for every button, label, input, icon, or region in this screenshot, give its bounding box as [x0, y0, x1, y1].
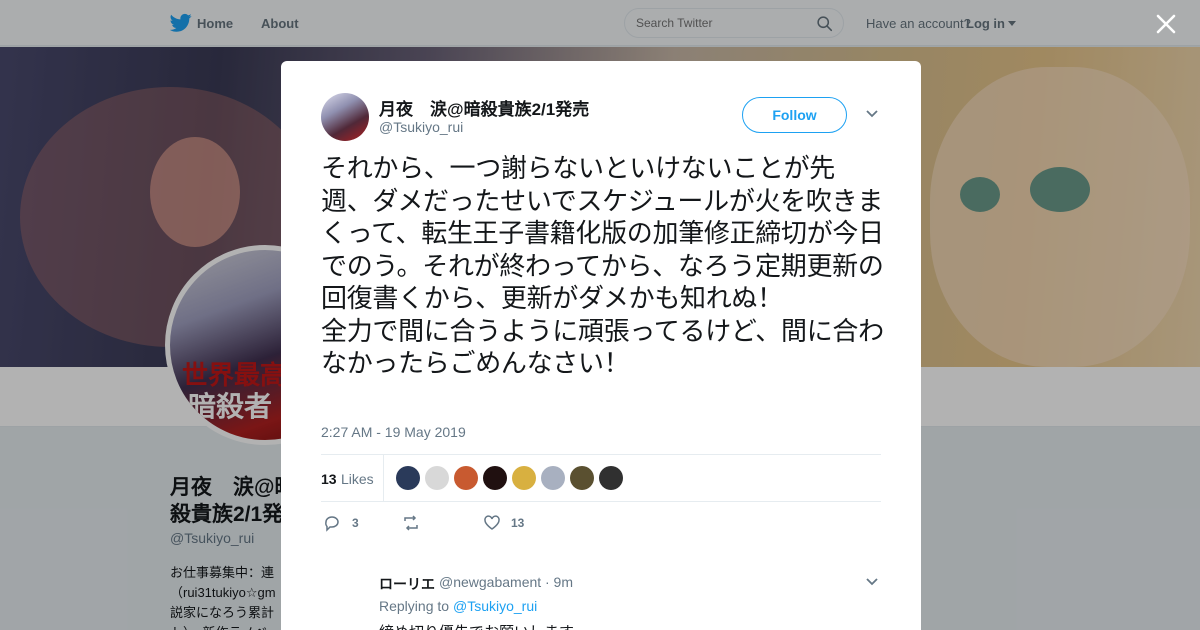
tweet-stats: 13 Likes: [321, 454, 881, 502]
tweet-timestamp[interactable]: 2:27 AM - 19 May 2019: [321, 424, 466, 440]
tweet-text-body: それから、一つ謝らないといけないことが先週、ダメだったせいでスケジュールが火を吹…: [321, 154, 884, 379]
likes-label[interactable]: Likes: [341, 471, 374, 487]
replying-label: Replying to: [379, 598, 450, 614]
likes-count[interactable]: 13: [321, 471, 337, 487]
reply-author-handle[interactable]: @newgabament: [439, 574, 541, 590]
liker-avatar[interactable]: [541, 466, 565, 490]
reply-time[interactable]: · 9m: [545, 574, 573, 590]
liker-avatar[interactable]: [454, 466, 478, 490]
stats-divider: [383, 455, 384, 501]
retweet-icon[interactable]: [402, 514, 420, 532]
reply-text: 締め切り優先でお願いします: [379, 621, 574, 630]
chevron-down-icon[interactable]: [865, 109, 879, 119]
author-handle[interactable]: @Tsukiyo_rui: [379, 119, 463, 135]
follow-button[interactable]: Follow: [742, 97, 847, 133]
close-icon[interactable]: [1154, 12, 1178, 36]
liker-avatar[interactable]: [483, 466, 507, 490]
replying-handle[interactable]: @Tsukiyo_rui: [453, 598, 537, 614]
liker-avatar[interactable]: [512, 466, 536, 490]
author-avatar[interactable]: [321, 93, 369, 141]
reply-count[interactable]: 3: [352, 516, 359, 530]
liker-avatar[interactable]: [570, 466, 594, 490]
liker-avatar[interactable]: [396, 466, 420, 490]
tweet-modal: 月夜 涙@暗殺貴族2/1発売 @Tsukiyo_rui Follow それから、…: [281, 61, 921, 630]
tweet-text: それから、一つ謝らないといけないことが先週、ダメだったせいでスケジュールが火を吹…: [321, 153, 886, 381]
chevron-down-icon[interactable]: [865, 577, 879, 587]
tweet-actions: 3 13: [321, 514, 881, 534]
liker-avatar[interactable]: [599, 466, 623, 490]
heart-icon[interactable]: [483, 514, 501, 532]
reply-author-name[interactable]: ローリエ: [379, 574, 435, 594]
heart-count[interactable]: 13: [511, 516, 524, 530]
liker-avatar[interactable]: [425, 466, 449, 490]
author-name[interactable]: 月夜 涙@暗殺貴族2/1発売: [379, 95, 589, 120]
reply-icon[interactable]: [323, 514, 341, 532]
